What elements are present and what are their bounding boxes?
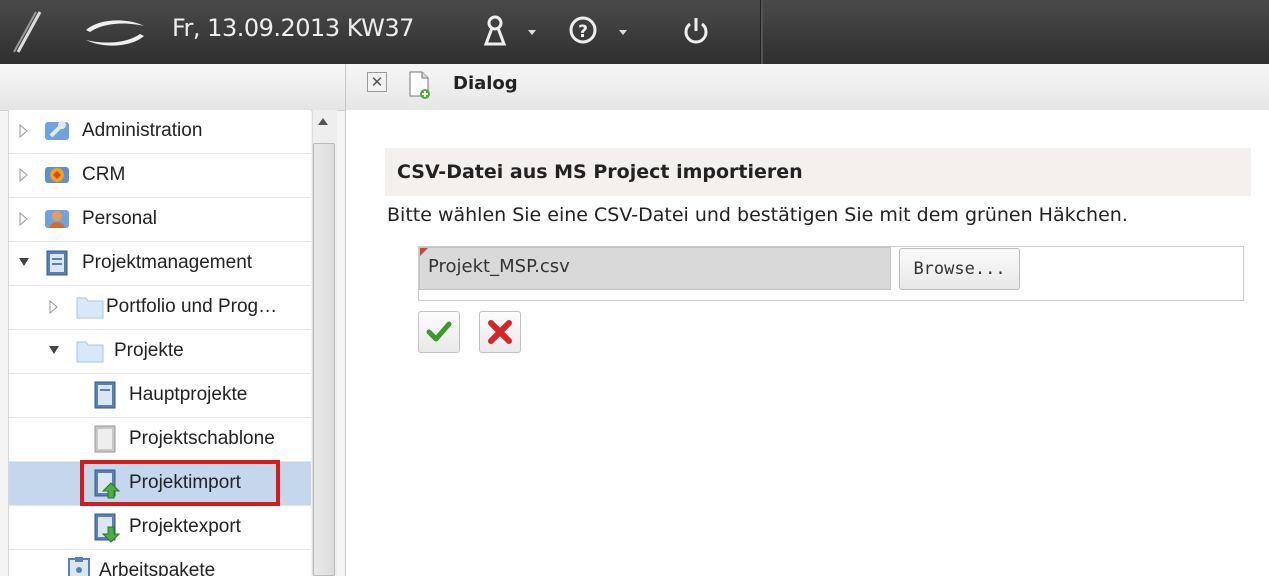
wrench-icon bbox=[45, 121, 69, 140]
scroll-up-arrow-icon[interactable] bbox=[318, 118, 328, 125]
new-document-icon bbox=[408, 70, 432, 100]
tree-item-label: Portfolio und Prog… bbox=[106, 296, 278, 317]
tree-item-administration[interactable]: Administration bbox=[9, 110, 311, 154]
scrollbar-thumb[interactable] bbox=[313, 143, 335, 576]
expand-arrow-icon bbox=[49, 300, 58, 314]
validation-marker bbox=[420, 248, 428, 256]
project-icon bbox=[46, 250, 68, 276]
tree-item-arbeitspakete[interactable]: Arbeitspakete bbox=[9, 550, 311, 576]
crm-icon bbox=[45, 167, 69, 183]
tree-item-label: CRM bbox=[82, 164, 126, 185]
svg-text:?: ? bbox=[578, 22, 588, 42]
tab-title[interactable]: Dialog bbox=[453, 73, 518, 94]
tree-item-label: Personal bbox=[82, 208, 157, 229]
expand-arrow-icon bbox=[19, 212, 28, 226]
cancel-button[interactable] bbox=[479, 311, 521, 353]
swoosh-logo-icon bbox=[80, 16, 150, 50]
tree-item-projekte[interactable]: Projekte bbox=[9, 330, 311, 374]
tab-close-icon[interactable]: ✕ bbox=[367, 72, 387, 92]
file-path-input[interactable]: Projekt_MSP.csv bbox=[419, 247, 891, 290]
tree-item-label: Projekte bbox=[114, 340, 184, 361]
collapse-arrow-icon[interactable] bbox=[19, 258, 29, 266]
navigation-panel-header bbox=[0, 64, 345, 111]
confirm-button[interactable] bbox=[418, 311, 460, 353]
expand-arrow-icon bbox=[19, 168, 28, 182]
tree-item-crm[interactable]: CRM bbox=[9, 154, 311, 198]
date-display: Fr, 13.09.2013 KW37 bbox=[172, 14, 414, 42]
navigation-tree: Administration CRM Personal Projektmanag… bbox=[8, 110, 311, 576]
tree-item-projektschablone[interactable]: Projektschablone bbox=[9, 418, 311, 462]
tree-item-label: Administration bbox=[82, 120, 203, 141]
user-menu-chevron-down-icon[interactable] bbox=[528, 30, 536, 35]
person-icon bbox=[45, 210, 69, 228]
folder-icon bbox=[76, 341, 104, 363]
user-icon[interactable] bbox=[481, 14, 511, 50]
export-icon bbox=[94, 513, 121, 543]
tree-item-label: Hauptprojekte bbox=[129, 384, 248, 405]
tree-item-label: Projektexport bbox=[129, 516, 241, 537]
tree-item-label: Projektschablone bbox=[129, 428, 275, 449]
template-icon bbox=[94, 425, 116, 453]
help-menu-chevron-down-icon[interactable] bbox=[619, 30, 627, 35]
power-icon[interactable] bbox=[680, 14, 712, 50]
tree-item-label: Projektmanagement bbox=[82, 252, 253, 273]
document-icon bbox=[94, 381, 116, 409]
highlight-annotation-box bbox=[80, 460, 280, 506]
tree-item-portfolio[interactable]: Portfolio und Prog… bbox=[9, 286, 311, 330]
form-title: CSV-Datei aus MS Project importieren bbox=[397, 161, 803, 183]
form-instruction: Bitte wählen Sie eine CSV-Datei und best… bbox=[387, 204, 1128, 226]
app-logo-icon[interactable] bbox=[12, 8, 48, 56]
folder-icon bbox=[76, 297, 104, 319]
help-icon[interactable]: ? bbox=[567, 14, 601, 50]
checkmark-icon bbox=[426, 321, 452, 342]
tree-item-personal[interactable]: Personal bbox=[9, 198, 311, 242]
expand-arrow-icon bbox=[19, 124, 28, 138]
browse-button[interactable]: Browse... bbox=[899, 248, 1020, 290]
collapse-arrow-icon[interactable] bbox=[49, 346, 59, 354]
tree-item-label: Arbeitspakete bbox=[99, 560, 216, 576]
tree-item-projektmanagement[interactable]: Projektmanagement bbox=[9, 242, 311, 286]
cross-icon bbox=[488, 320, 512, 344]
tree-item-hauptprojekte[interactable]: Hauptprojekte bbox=[9, 374, 311, 418]
tree-item-projektexport[interactable]: Projektexport bbox=[9, 506, 311, 550]
toolbar-divider bbox=[760, 0, 763, 64]
clipboard-icon bbox=[68, 557, 90, 576]
